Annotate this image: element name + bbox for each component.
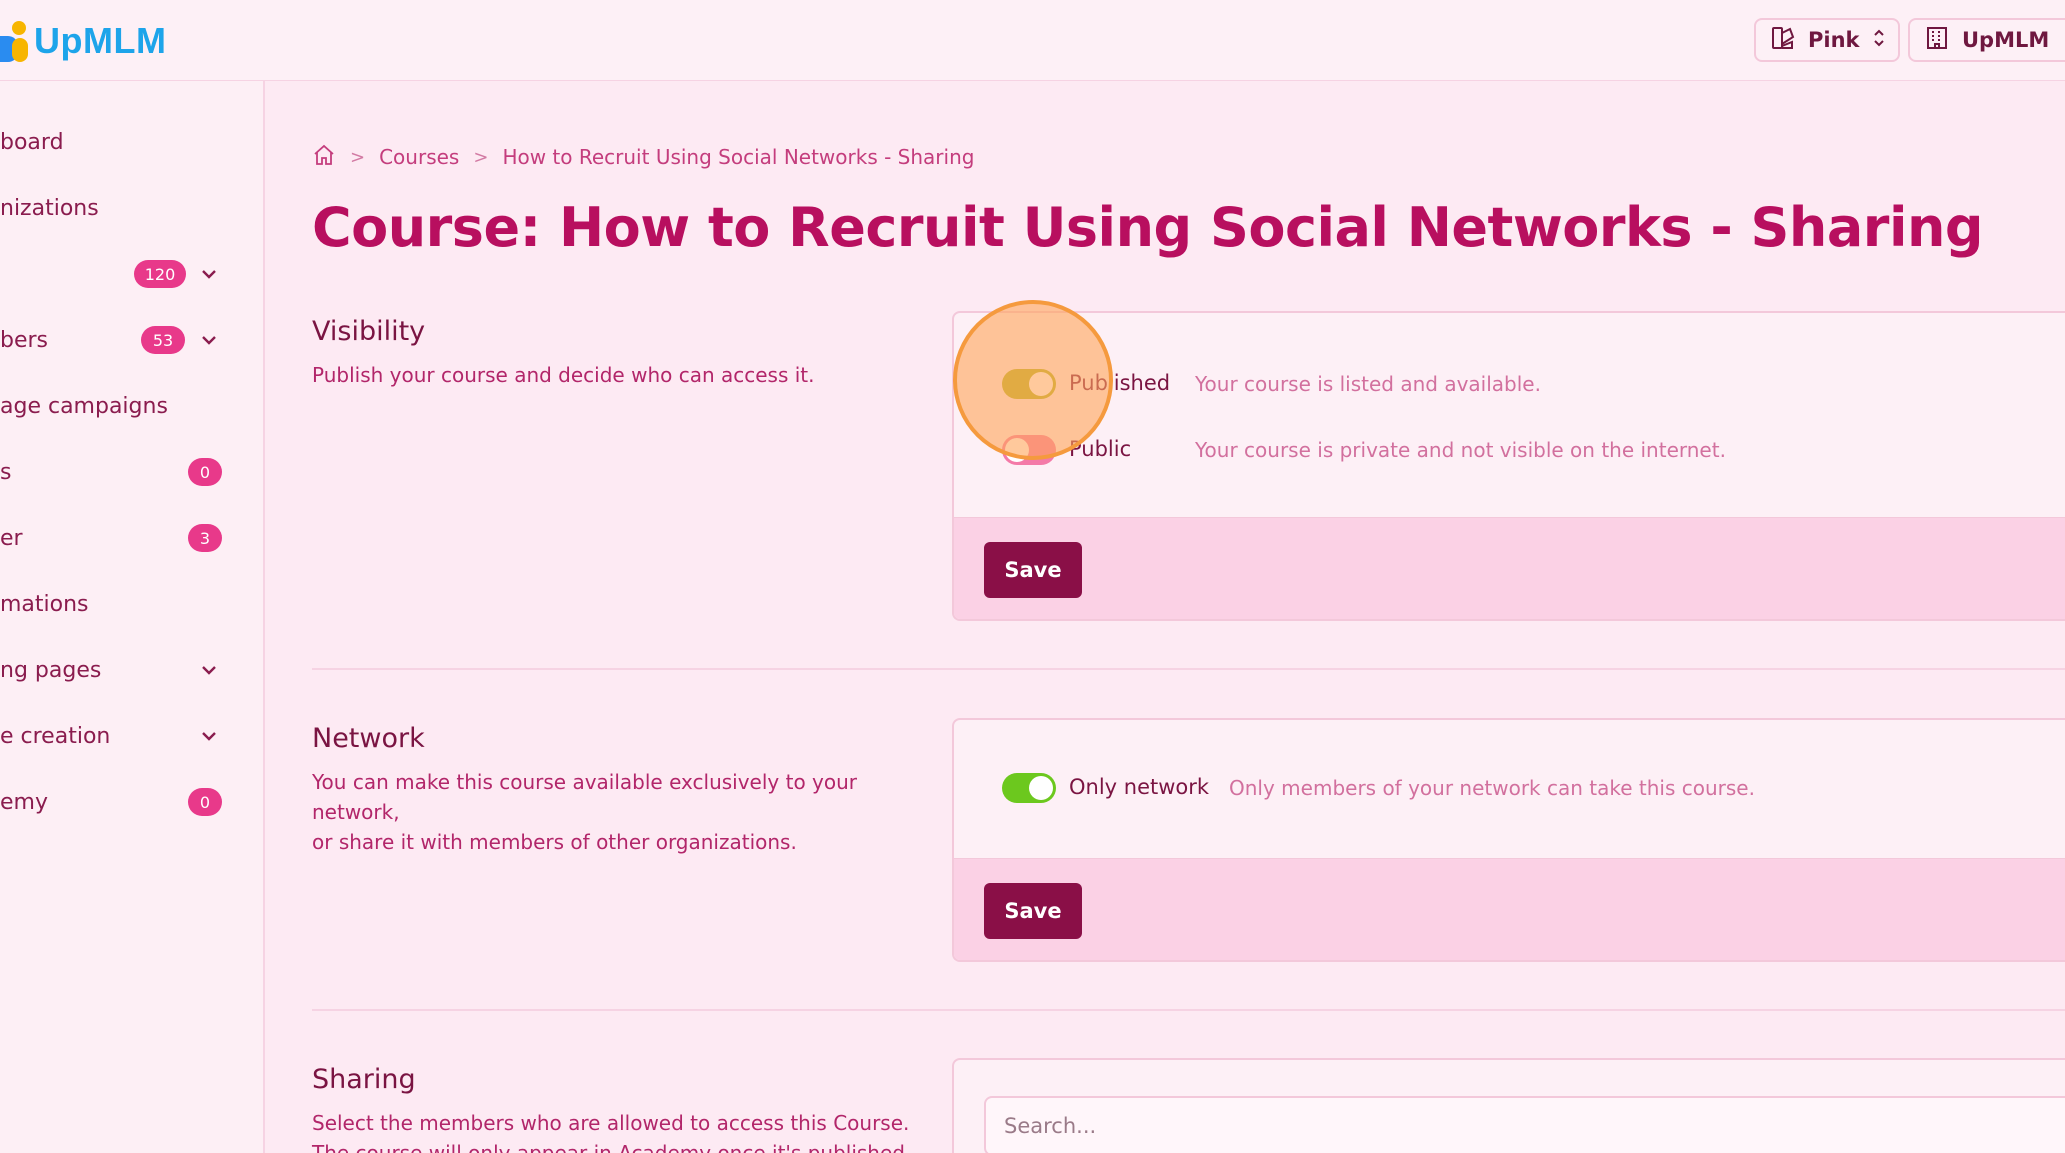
sidebar-item-label: mations	[0, 591, 89, 617]
section-description-visibility: Publish your course and decide who can a…	[312, 363, 815, 387]
count-badge: 120	[134, 260, 186, 288]
page-title: Course: How to Recruit Using Social Netw…	[312, 196, 1984, 259]
section-title-network: Network	[312, 723, 425, 754]
sidebar-item-label: ng pages	[0, 657, 102, 683]
logo-mark-icon	[0, 18, 34, 64]
only-network-toggle[interactable]	[1002, 773, 1056, 803]
sidebar-item-automations[interactable]: mations	[0, 579, 265, 629]
palette-icon	[1770, 25, 1796, 56]
sidebar-item-label: emy	[0, 789, 48, 815]
count-badge: 0	[188, 458, 222, 486]
network-description-line-1: You can make this course available exclu…	[312, 770, 858, 824]
chevron-down-icon[interactable]	[198, 329, 220, 351]
network-description-line-2: or share it with members of other organi…	[312, 830, 797, 854]
section-description-network: You can make this course available exclu…	[312, 767, 912, 857]
breadcrumb: > Courses > How to Recruit Using Social …	[312, 142, 974, 172]
save-network-button[interactable]: Save	[984, 883, 1082, 939]
chevron-right-icon: >	[350, 146, 366, 168]
sidebar-item-label: s	[0, 459, 12, 485]
visibility-card-footer: Save	[954, 517, 2065, 619]
chevron-down-icon[interactable]	[198, 263, 220, 285]
count-badge: 53	[141, 326, 185, 354]
sidebar-item-label: board	[0, 129, 64, 155]
sidebar-item-members[interactable]: bers 53	[0, 315, 265, 365]
sharing-description-line-2: The course will only appear in Academy o…	[312, 1141, 905, 1153]
save-visibility-button[interactable]: Save	[984, 542, 1082, 598]
sharing-description-line-1: Select the members who are allowed to ac…	[312, 1111, 910, 1135]
section-title-sharing: Sharing	[312, 1064, 416, 1095]
sidebar: board nizations 120 bers 53 age campaign…	[0, 81, 265, 1153]
only-network-description: Only members of your network can take th…	[1229, 776, 1755, 800]
top-bar: UpMLM Pink UpMLM	[0, 0, 2065, 81]
only-network-label: Only network	[1069, 775, 1210, 799]
published-description: Your course is listed and available.	[1195, 372, 1541, 396]
section-title-visibility: Visibility	[312, 316, 426, 347]
count-badge: 3	[188, 524, 222, 552]
section-divider	[312, 668, 2065, 670]
sidebar-item-organizations[interactable]: nizations	[0, 183, 265, 233]
published-label: Published	[1069, 371, 1171, 395]
breadcrumb-link-courses[interactable]: Courses	[379, 145, 459, 169]
breadcrumb-current[interactable]: How to Recruit Using Social Networks - S…	[502, 145, 974, 169]
sidebar-item-3[interactable]: 120	[0, 249, 265, 299]
theme-switcher-label: Pink	[1808, 28, 1860, 52]
sidebar-item-label: bers	[0, 327, 49, 353]
theme-switcher[interactable]: Pink	[1754, 18, 1900, 62]
sharing-card: Search...	[952, 1058, 2065, 1153]
sidebar-item-label: er	[0, 525, 23, 551]
sidebar-item-academy[interactable]: emy 0	[0, 777, 265, 827]
sidebar-item-6[interactable]: s 0	[0, 447, 265, 497]
section-divider	[312, 1009, 2065, 1011]
home-icon[interactable]	[312, 143, 336, 172]
sidebar-item-7[interactable]: er 3	[0, 513, 265, 563]
visibility-card: Published Your course is listed and avai…	[952, 311, 2065, 621]
chevron-down-icon[interactable]	[198, 659, 220, 681]
member-search-input[interactable]: Search...	[984, 1096, 2065, 1153]
public-label: Public	[1069, 437, 1132, 461]
building-icon	[1924, 25, 1950, 56]
published-toggle[interactable]	[1002, 369, 1056, 399]
public-description: Your course is private and not visible o…	[1195, 438, 1726, 462]
sidebar-item-course-creation[interactable]: e creation	[0, 711, 265, 761]
count-badge: 0	[188, 788, 222, 816]
sidebar-item-label: age campaigns	[0, 393, 168, 419]
network-card-footer: Save	[954, 858, 2065, 960]
network-card: Only network Only members of your networ…	[952, 718, 2065, 962]
sidebar-item-landing-pages[interactable]: ng pages	[0, 645, 265, 695]
section-description-sharing: Select the members who are allowed to ac…	[312, 1108, 912, 1153]
sidebar-item-message-campaigns[interactable]: age campaigns	[0, 381, 265, 431]
logo-text: UpMLM	[34, 20, 167, 61]
organization-switcher-label: UpMLM	[1962, 28, 2050, 52]
chevron-down-icon[interactable]	[198, 725, 220, 747]
chevron-right-icon: >	[473, 146, 489, 168]
sidebar-item-dashboard[interactable]: board	[0, 117, 265, 167]
public-toggle[interactable]	[1002, 435, 1056, 465]
organization-switcher[interactable]: UpMLM	[1908, 18, 2065, 62]
chevron-up-down-icon	[1872, 27, 1886, 54]
sidebar-item-label: nizations	[0, 195, 99, 221]
sidebar-item-label: e creation	[0, 723, 111, 749]
app-logo[interactable]: UpMLM	[0, 18, 166, 64]
